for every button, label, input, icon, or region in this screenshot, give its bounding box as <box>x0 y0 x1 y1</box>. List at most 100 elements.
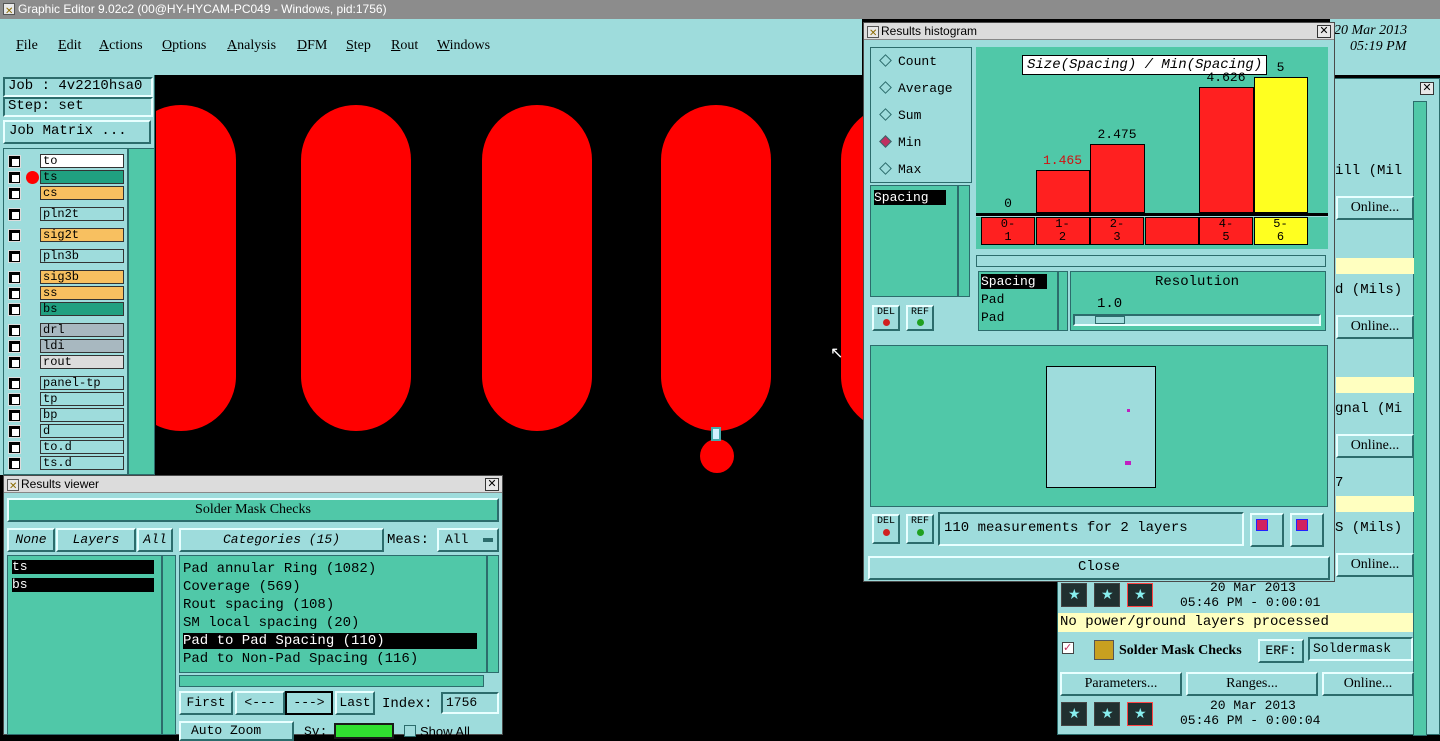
bin-label[interactable]: 2- 3 <box>1090 217 1144 245</box>
layer-row-panel-tp[interactable]: panel-tp <box>8 376 124 390</box>
layer-name[interactable]: to.d <box>40 440 124 454</box>
import-icon[interactable] <box>1290 513 1324 547</box>
layer-row-ss[interactable]: ss <box>8 286 124 300</box>
results-viewer-titlebar[interactable]: Results viewer ✕ <box>4 476 502 495</box>
category-item[interactable]: Pad to Non-Pad Spacing (116) <box>183 651 477 667</box>
preview-board[interactable] <box>1046 366 1156 488</box>
run-icon[interactable] <box>1094 583 1120 607</box>
bin-label[interactable]: 0- 1 <box>981 217 1035 245</box>
first-button[interactable]: First <box>179 691 233 715</box>
layers-button[interactable]: Layers <box>56 528 136 552</box>
layer-name[interactable]: ss <box>40 286 124 300</box>
layer-name[interactable]: cs <box>40 186 124 200</box>
preview-ref-button[interactable]: REF <box>906 514 934 544</box>
chart-hscrollbar[interactable] <box>976 255 1326 267</box>
mode-count[interactable]: Count <box>879 54 937 69</box>
all-button[interactable]: All <box>137 528 173 552</box>
histogram-bar[interactable] <box>1253 77 1308 213</box>
attribute-scrollbar[interactable] <box>958 185 970 297</box>
mode-sum[interactable]: Sum <box>879 108 921 123</box>
next-button[interactable]: ---> <box>285 691 333 715</box>
layer-row-drl[interactable]: drl <box>8 323 124 337</box>
meas-select[interactable]: All <box>437 528 499 552</box>
bin-label[interactable] <box>1144 217 1199 245</box>
menu-windows[interactable]: Windows <box>437 38 490 54</box>
dfm-scrollbar[interactable] <box>1413 101 1427 736</box>
preview-del-button[interactable]: DEL <box>872 514 900 544</box>
resolution-attr-scrollbar[interactable] <box>1058 271 1068 331</box>
del-button[interactable]: DEL <box>872 305 900 331</box>
layer-name[interactable]: ts <box>40 170 124 184</box>
ref-button[interactable]: REF <box>906 305 934 331</box>
categories-button[interactable]: Categories (15) <box>179 528 384 552</box>
layer-row-pln2t[interactable]: pln2t <box>8 207 124 221</box>
layer-checkbox[interactable] <box>8 340 21 353</box>
layer-row-pln3b[interactable]: pln3b <box>8 249 124 263</box>
layer-name[interactable]: bp <box>40 408 124 422</box>
layer-row-ldi[interactable]: ldi <box>8 339 124 353</box>
layer-checkbox[interactable] <box>8 171 21 184</box>
category-hscrollbar[interactable] <box>179 675 484 687</box>
layer-row-bs[interactable]: bs <box>8 302 124 316</box>
menu-rout[interactable]: Rout <box>391 38 418 54</box>
layer-name[interactable]: pln3b <box>40 249 124 263</box>
run-icon[interactable] <box>1127 583 1153 607</box>
resolution-attr-item[interactable]: Pad <box>981 292 1004 307</box>
layer-name[interactable]: ts.d <box>40 456 124 470</box>
mode-min[interactable]: Min <box>879 135 921 150</box>
layer-name[interactable]: ldi <box>40 339 124 353</box>
layer-checkbox[interactable] <box>8 425 21 438</box>
resolution-attr-item[interactable]: Spacing <box>981 274 1047 289</box>
layer-row-bp[interactable]: bp <box>8 408 124 422</box>
run-icon[interactable] <box>1061 583 1087 607</box>
layer-checkbox[interactable] <box>8 377 21 390</box>
online-button[interactable]: Online... <box>1336 434 1414 458</box>
layer-name[interactable]: rout <box>40 355 124 369</box>
layer-row-ts-d[interactable]: ts.d <box>8 456 124 470</box>
layer-list-scrollbar[interactable] <box>128 148 155 475</box>
online-button[interactable]: Online... <box>1336 196 1414 220</box>
category-scrollbar[interactable] <box>487 555 499 673</box>
job-matrix-button[interactable]: Job Matrix ... <box>3 120 151 144</box>
category-item[interactable]: SM local spacing (20) <box>183 615 477 631</box>
layer-row-d[interactable]: d <box>8 424 124 438</box>
layer-name[interactable]: sig2t <box>40 228 124 242</box>
layer-checkbox[interactable] <box>8 287 21 300</box>
layer-row-rout[interactable]: rout <box>8 355 124 369</box>
resolution-slider[interactable] <box>1073 314 1321 326</box>
last-button[interactable]: Last <box>335 691 375 715</box>
histogram-bar[interactable] <box>1090 144 1145 213</box>
layer-name[interactable]: pln2t <box>40 207 124 221</box>
layer-name[interactable]: drl <box>40 323 124 337</box>
layer-checkbox[interactable] <box>8 324 21 337</box>
category-list[interactable]: Pad annular Ring (1082) Coverage (569) R… <box>179 555 487 673</box>
menu-dfm[interactable]: DFM <box>297 38 327 54</box>
graphic-canvas[interactable]: ↖ <box>156 75 863 475</box>
online-button[interactable]: Online... <box>1322 672 1414 696</box>
layer-checkbox[interactable] <box>8 208 21 221</box>
result-layer-ts[interactable]: ts <box>12 560 154 574</box>
layer-row-ts[interactable]: ts <box>8 170 124 184</box>
layer-name[interactable]: to <box>40 154 124 168</box>
category-item[interactable]: Rout spacing (108) <box>183 597 477 613</box>
layer-name[interactable]: sig3b <box>40 270 124 284</box>
histogram-titlebar[interactable]: Results histogram ✕ <box>864 23 1334 42</box>
run-icon[interactable] <box>1127 702 1153 726</box>
sv-color-select[interactable] <box>334 723 394 739</box>
erf-button[interactable]: ERF: <box>1258 639 1304 663</box>
auto-zoom-select[interactable]: Auto Zoom <box>179 721 294 741</box>
ranges-button[interactable]: Ranges... <box>1186 672 1318 696</box>
layer-row-tp[interactable]: tp <box>8 392 124 406</box>
layer-list-scrollbar[interactable] <box>162 555 176 735</box>
bin-label[interactable]: 1- 2 <box>1035 217 1090 245</box>
layer-checkbox[interactable] <box>8 271 21 284</box>
result-layer-bs[interactable]: bs <box>12 578 154 592</box>
prev-button[interactable]: <--- <box>235 691 285 715</box>
run-icon[interactable] <box>1061 702 1087 726</box>
layer-name[interactable]: panel-tp <box>40 376 124 390</box>
layer-result-list[interactable]: ts bs <box>7 555 162 735</box>
layer-checkbox[interactable] <box>8 393 21 406</box>
histogram-close-button[interactable]: Close <box>868 556 1330 580</box>
bin-label[interactable]: 5- 6 <box>1253 217 1308 245</box>
category-item-selected[interactable]: Pad to Pad Spacing (110) <box>183 633 477 649</box>
